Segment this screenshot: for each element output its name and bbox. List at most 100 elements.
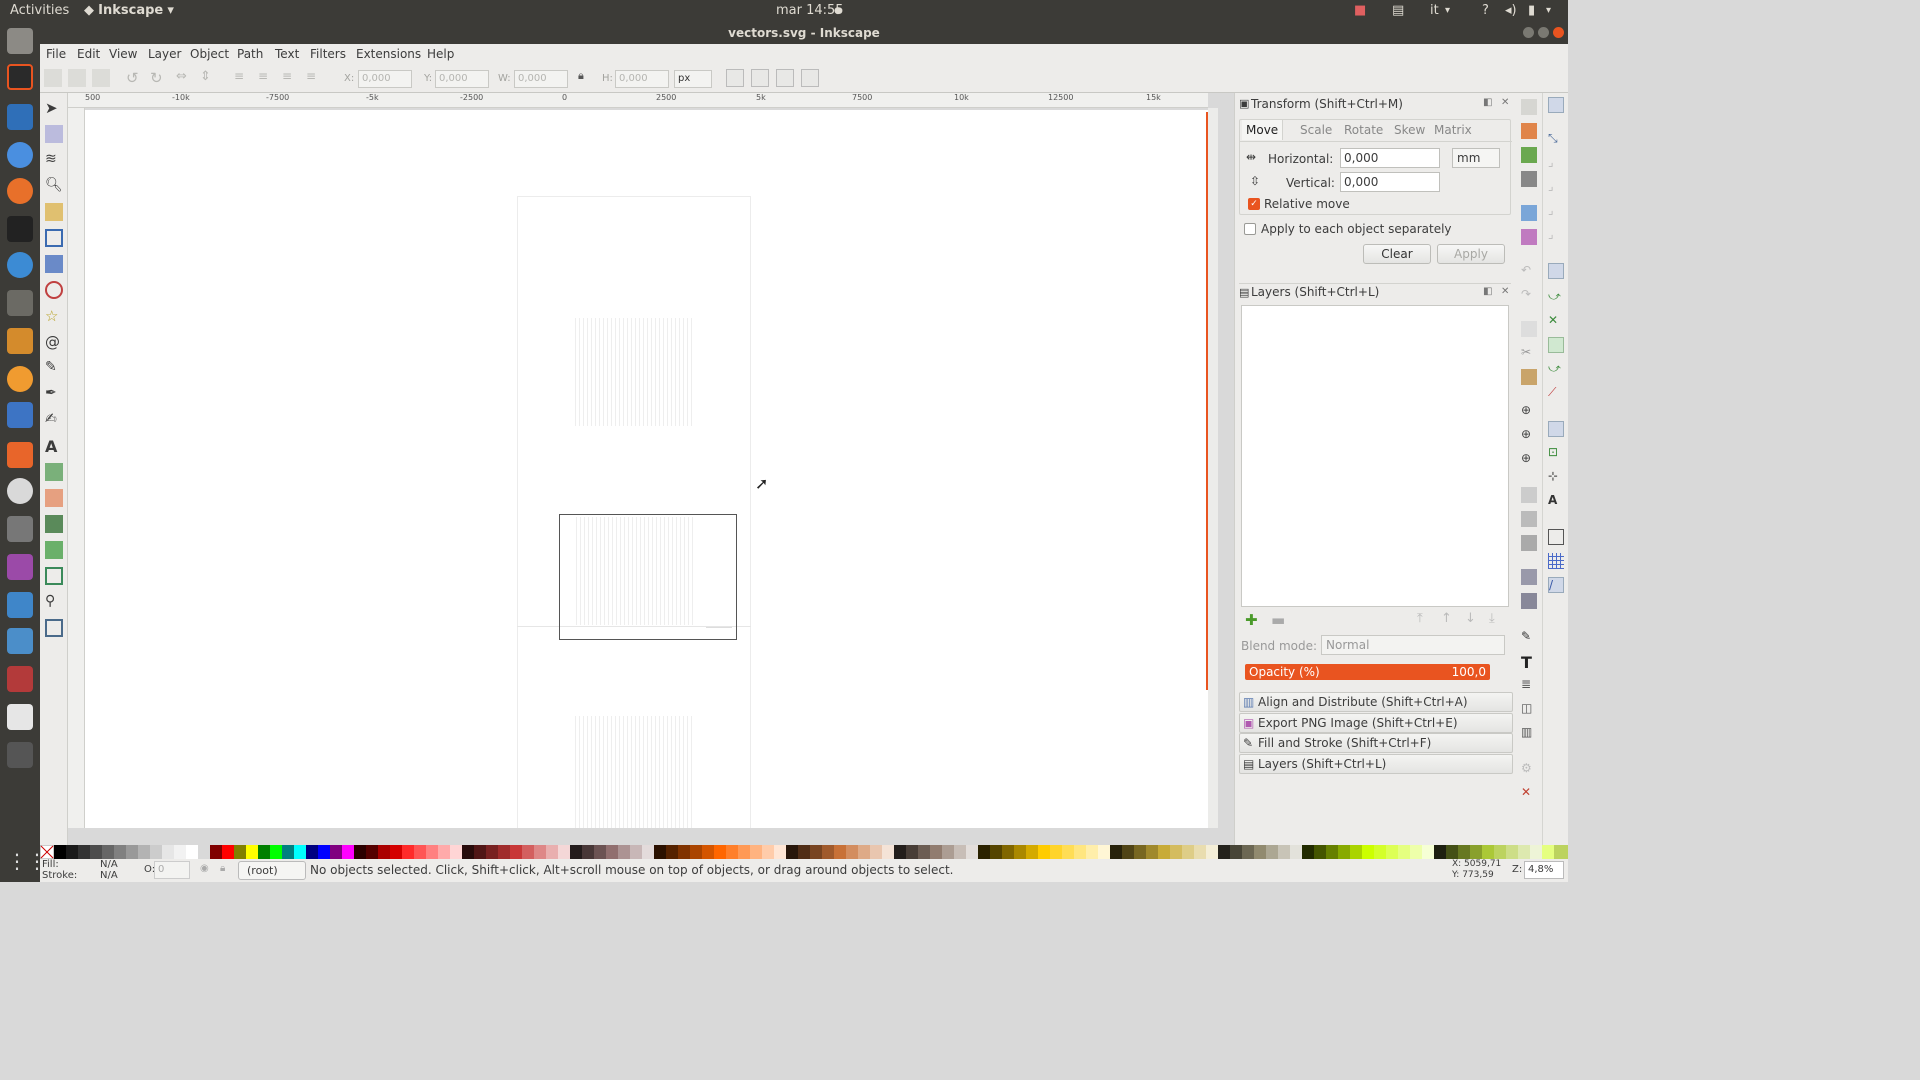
stroke-value[interactable]: N/A [100,870,118,881]
select-all-icon[interactable] [44,69,62,87]
opacity-input[interactable]: 0 [154,861,190,879]
draw-icon[interactable] [7,328,33,354]
zoom-selection-icon[interactable]: ⊕ [1521,403,1537,419]
snap-toggle-icon[interactable] [1548,97,1564,113]
vertical-scrollbar[interactable] [1208,108,1218,828]
layer-bottom-icon[interactable]: ⤓ [1489,611,1495,626]
menu-object[interactable]: Object [190,47,229,61]
config-icon[interactable] [7,666,33,692]
opacity-slider[interactable]: Opacity (%) 100,0 [1245,664,1490,680]
selector-tool-icon[interactable]: ➤ [45,99,63,117]
print-icon[interactable] [1521,171,1537,187]
snap-bbox-center-icon[interactable]: ⌟ [1548,227,1564,243]
select-all-layers-icon[interactable] [68,69,86,87]
editor-icon[interactable] [7,704,33,730]
menu-help[interactable]: Help [427,47,454,61]
rotate-ccw-icon[interactable]: ↺ [126,69,144,87]
dock-layers[interactable]: ▤ Layers (Shift+Ctrl+L) [1239,754,1513,774]
writer-icon[interactable] [7,104,33,130]
menu-view[interactable]: View [109,47,137,61]
dock-export-png[interactable]: ▣ Export PNG Image (Shift+Ctrl+E) [1239,713,1513,733]
export-icon[interactable] [1521,229,1537,245]
lower-icon[interactable]: ≡ [258,69,276,87]
zoom-input[interactable]: 4,8% [1524,861,1564,879]
drawing-canvas[interactable]: ➚ [85,110,1208,828]
clipboard-icon[interactable]: ▤ [1392,3,1404,18]
screen-record-icon[interactable]: ■ [1354,3,1366,18]
maximize-button[interactable] [1538,27,1549,38]
cut-icon[interactable]: ✂ [1521,345,1537,361]
snap-path-intersection-icon[interactable]: ✕ [1548,313,1564,329]
connector-tool-icon[interactable] [45,619,63,637]
snap-midpoint-icon[interactable]: ⟋ [1548,385,1564,401]
system-menu-icon[interactable]: ▾ [1546,5,1551,16]
layer-top-icon[interactable]: ⤒ [1417,611,1423,626]
snap-object-center-icon[interactable]: ⊡ [1548,445,1564,461]
snap-path-icon[interactable]: ⤻ [1548,289,1564,305]
snap-cusp-icon[interactable] [1548,337,1564,353]
group-icon[interactable] [1521,569,1537,585]
vector-lines-group[interactable] [575,318,693,426]
tab-scale[interactable]: Scale [1296,120,1336,140]
layer-down-icon[interactable]: ↓ [1465,611,1476,626]
blend-mode-select[interactable]: Normal [1321,635,1505,655]
pencil-tool-icon[interactable]: ✎ [45,359,63,377]
clone-icon[interactable] [1521,511,1537,527]
tab-skew[interactable]: Skew [1390,120,1429,140]
snap-nodes-icon[interactable] [1548,263,1564,279]
lock-ratio-icon[interactable]: 🔒︎ [578,69,596,87]
pen-tool-icon[interactable]: ✒ [45,385,63,403]
unlink-clone-icon[interactable] [1521,535,1537,551]
snap-smooth-icon[interactable]: ⤻ [1548,361,1564,377]
tweak-tool-icon[interactable]: ≋ [45,151,63,169]
menu-edit[interactable]: Edit [77,47,100,61]
flip-vertical-icon[interactable]: ⇕ [200,69,218,87]
color-palette[interactable] [39,844,1568,860]
zoom-drawing-icon[interactable]: ⊕ [1521,427,1537,443]
zoom-tool-icon[interactable]: 🔍︎ [45,177,63,195]
deselect-icon[interactable] [92,69,110,87]
remove-layer-icon[interactable]: ▬ [1271,611,1285,629]
app-menu[interactable]: ◆ Inkscape ▾ [84,3,174,18]
redo-icon[interactable]: ↷ [1521,287,1537,303]
node-tool-icon[interactable] [45,125,63,143]
measure-tool-icon[interactable] [45,203,63,221]
dropper-tool-icon[interactable]: ⚲ [45,593,63,611]
new-document-icon[interactable] [1521,99,1537,115]
apply-button[interactable]: Apply [1437,244,1505,264]
panel-close-icon[interactable]: ✕ [1501,286,1509,297]
x-input[interactable]: 0,000 [358,70,412,88]
menu-path[interactable]: Path [237,47,263,61]
rectangle-tool-icon[interactable] [45,229,63,247]
bucket-tool-icon[interactable] [45,515,63,533]
apply-each-checkbox[interactable] [1244,223,1256,235]
duplicate-icon[interactable] [1521,487,1537,503]
dock-fill-stroke[interactable]: ✎ Fill and Stroke (Shift+Ctrl+F) [1239,733,1513,753]
inkscape-icon[interactable] [7,64,33,90]
layers-list[interactable] [1241,305,1509,607]
move-gradients-icon[interactable] [776,69,794,87]
align-icon[interactable]: ▥ [1521,725,1537,741]
tab-matrix[interactable]: Matrix [1430,120,1476,140]
star-tool-icon[interactable]: ☆ [45,307,63,325]
chevron-down-icon[interactable]: ▾ [1445,5,1450,16]
scanner-icon[interactable] [7,402,33,428]
chromium-icon[interactable] [7,142,33,168]
vertical-input[interactable]: 0,000 [1340,172,1440,192]
package-icon[interactable] [7,628,33,654]
remote-icon[interactable] [7,592,33,618]
visibility-icon[interactable]: ◉ [200,863,209,874]
terminal-icon[interactable] [7,216,33,242]
battery-icon[interactable]: ▮ [1528,3,1535,18]
menu-file[interactable]: File [46,47,66,61]
horizontal-input[interactable]: 0,000 [1340,148,1440,168]
panel-close-icon[interactable]: ✕ [1501,97,1509,108]
layer-select[interactable]: (root) [238,861,306,880]
files-icon[interactable] [7,28,33,54]
rotate-cw-icon[interactable]: ↻ [150,69,168,87]
close-button[interactable] [1553,27,1564,38]
scale-stroke-icon[interactable] [726,69,744,87]
text-tool-icon[interactable]: A [45,437,63,456]
snap-bbox-midpoint-icon[interactable]: ⌟ [1548,203,1564,219]
menu-layer[interactable]: Layer [148,47,181,61]
